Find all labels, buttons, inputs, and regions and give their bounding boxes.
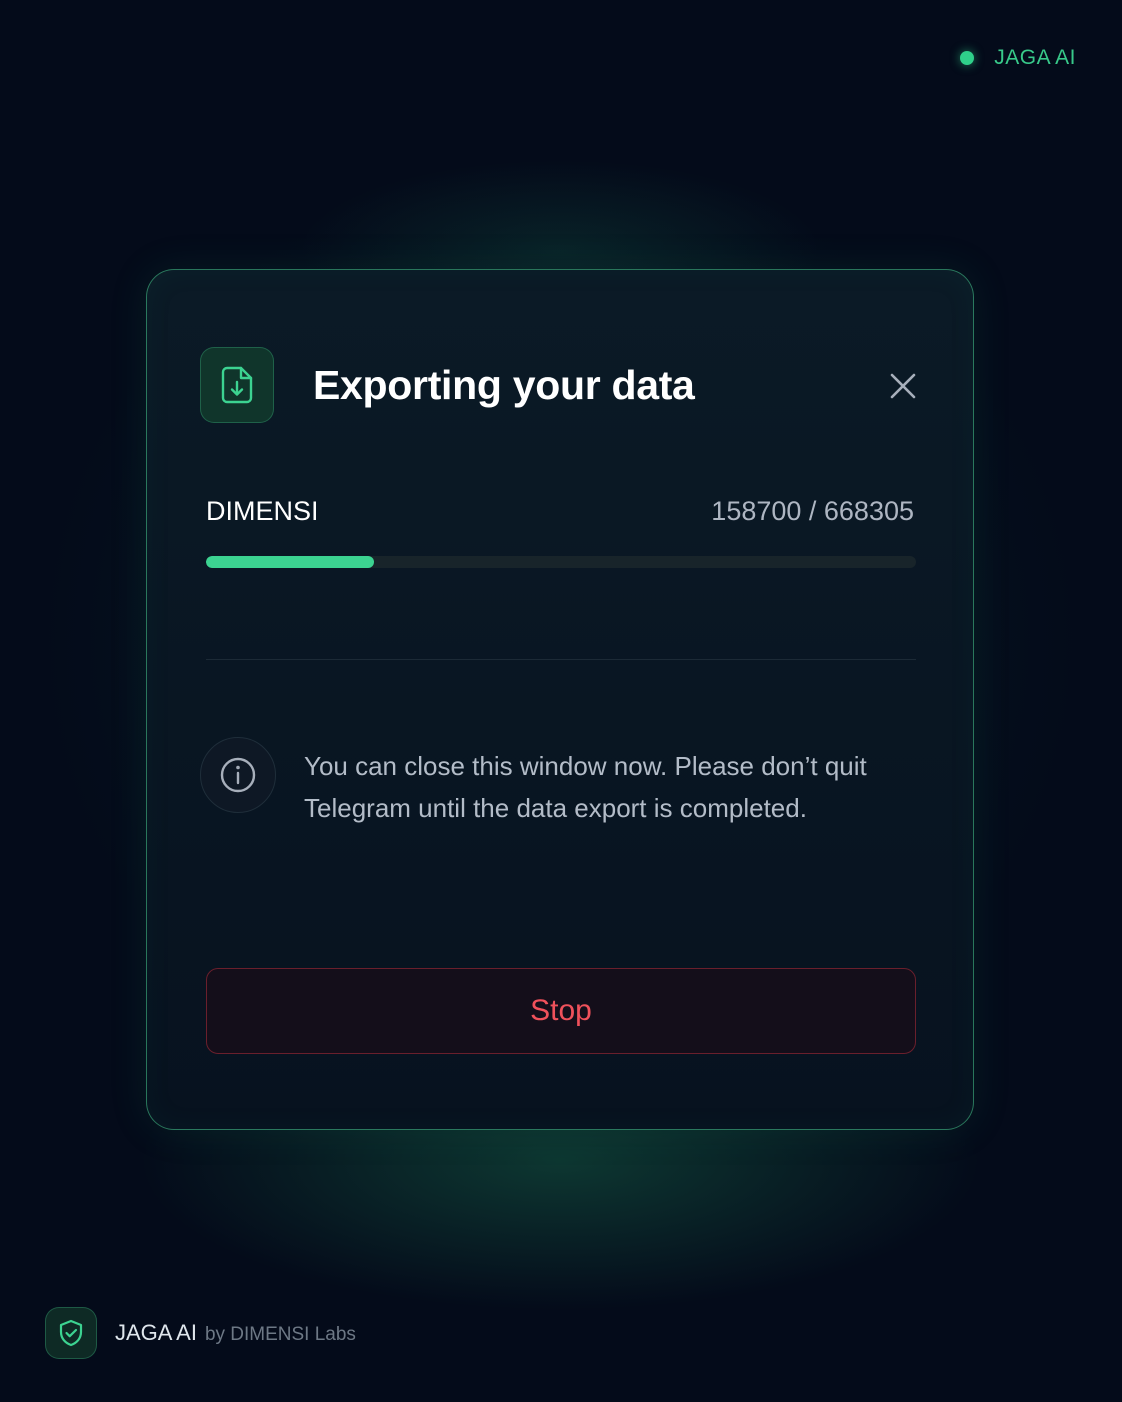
stop-button[interactable]: Stop: [206, 968, 916, 1054]
divider: [206, 659, 916, 660]
footer-by-text: by DIMENSI Labs: [204, 1324, 356, 1345]
top-brand: JAGA AI: [960, 46, 1076, 70]
status-dot-icon: [960, 51, 975, 65]
progress-bar: [206, 556, 916, 568]
close-icon: [890, 373, 916, 399]
progress-label: DIMENSI: [206, 496, 319, 526]
footer-text: JAGA AI by DIMENSI Labs: [115, 1320, 356, 1346]
info-message: You can close this window now. Please do…: [304, 751, 867, 823]
info-icon: [200, 737, 276, 813]
progress-count: 158700 / 668305: [711, 496, 914, 526]
footer-brand: JAGA AI: [115, 1320, 197, 1345]
close-button[interactable]: [885, 368, 921, 404]
progress-fill: [206, 556, 375, 568]
shield-check-icon: [45, 1307, 97, 1359]
file-download-icon: [200, 347, 274, 423]
footer: JAGA AI by DIMENSI Labs: [45, 1307, 356, 1359]
dialog-title: Exporting your data: [313, 362, 695, 408]
export-dialog: Exporting your data DIMENSI 158700 / 668…: [146, 269, 974, 1130]
top-brand-label: JAGA AI: [994, 46, 1076, 69]
